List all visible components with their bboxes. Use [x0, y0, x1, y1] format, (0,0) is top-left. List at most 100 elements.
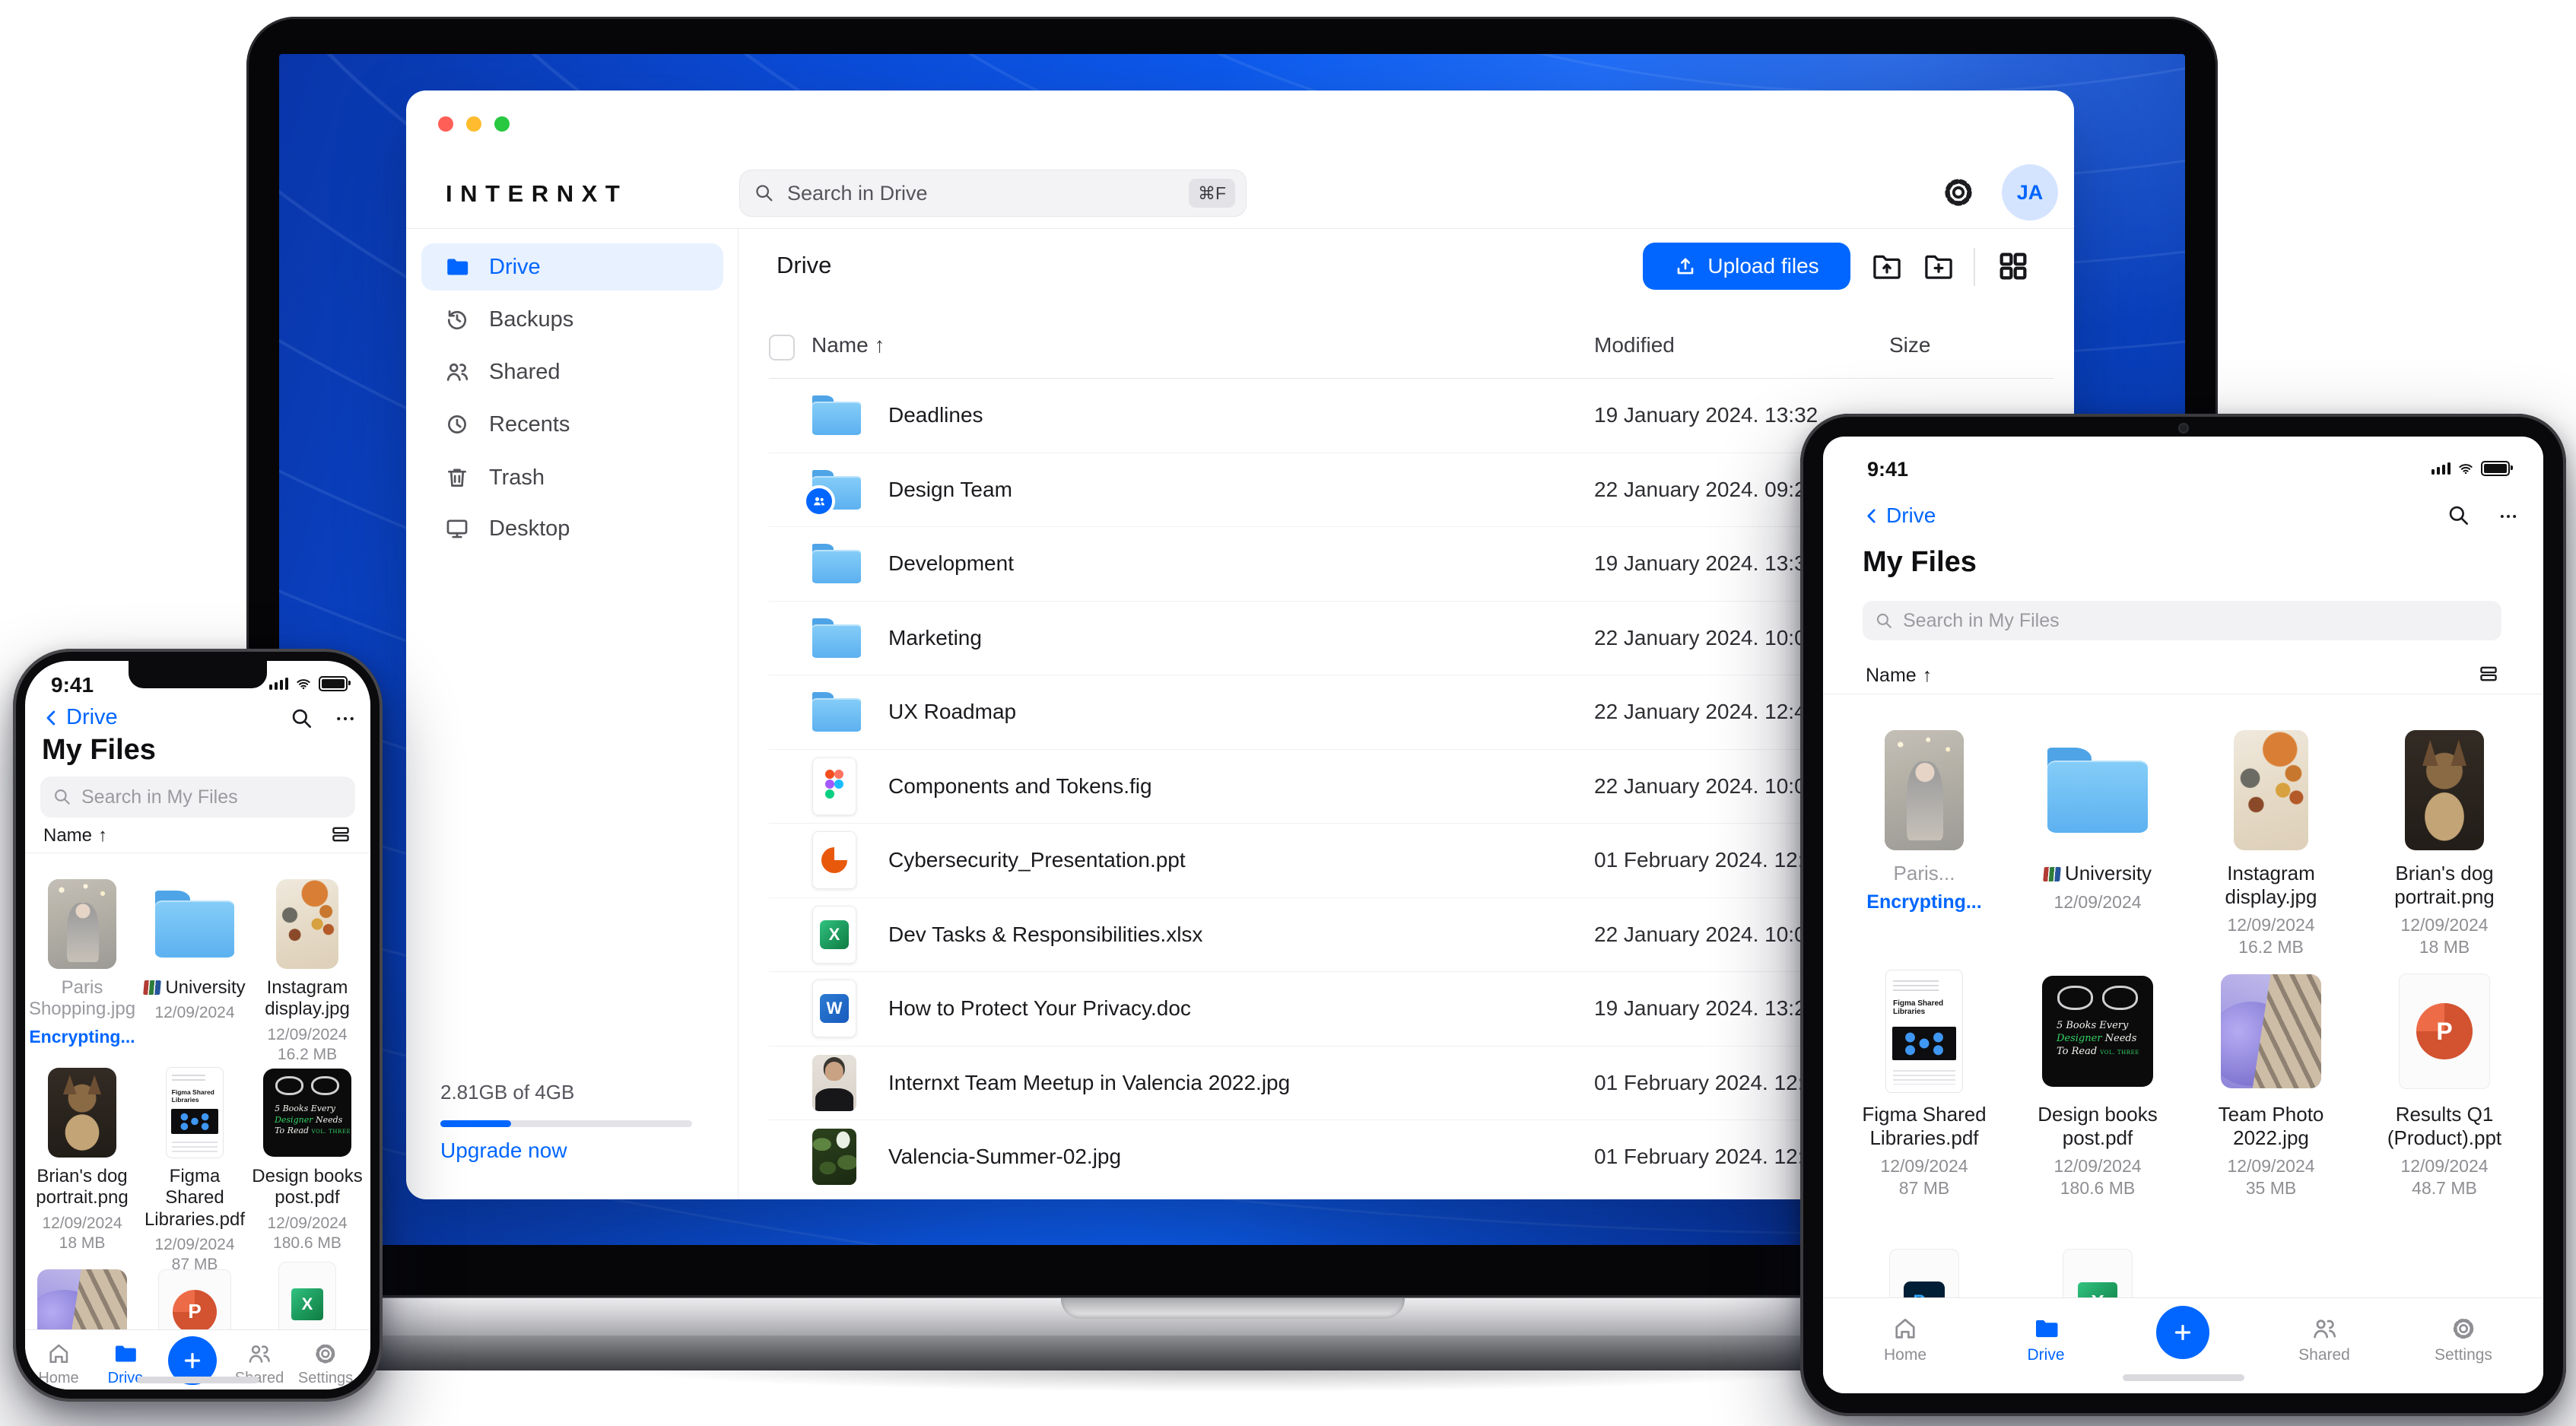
- sidebar-item-desktop[interactable]: Desktop: [421, 505, 723, 552]
- file-card[interactable]: P Results Q1 (Product).ppt 12/09/2024 48.…: [2365, 969, 2524, 1199]
- gear-icon: [1940, 174, 1977, 211]
- upgrade-link[interactable]: Upgrade now: [440, 1139, 567, 1163]
- file-card[interactable]: 5 Books Every Designer Needs To Read VOL…: [251, 1067, 364, 1253]
- add-button[interactable]: [2156, 1306, 2209, 1359]
- excel-logo: X: [291, 1288, 324, 1321]
- search-button[interactable]: [290, 707, 314, 731]
- search-input[interactable]: Search in My Files: [1863, 601, 2501, 640]
- tablet-screen: 9:41 Drive My Files Search in My Files N…: [1823, 437, 2543, 1393]
- sort-arrow-icon: ↑: [98, 825, 108, 846]
- folder-name: University: [2064, 862, 2152, 885]
- avatar[interactable]: JA: [2002, 164, 2058, 221]
- file-size: 16.2 MB: [277, 1045, 338, 1063]
- grid-view-button[interactable]: [1996, 249, 2031, 284]
- back-button[interactable]: Drive: [42, 705, 118, 730]
- file-card[interactable]: Instagram display.jpg 12/09/2024 16.2 MB: [2191, 728, 2351, 958]
- file-card[interactable]: Paris... Encrypting...: [1844, 728, 2004, 913]
- sidebar-item-trash[interactable]: Trash: [421, 454, 723, 501]
- minimize-traffic-light[interactable]: [466, 116, 481, 132]
- photo-thumbnail: [48, 879, 116, 969]
- close-traffic-light[interactable]: [438, 116, 453, 132]
- folder-icon: [812, 618, 861, 658]
- file-size: 16.2 MB: [2238, 937, 2304, 958]
- phone-screen: 9:41 Drive My Files Search in My Files N…: [25, 661, 370, 1389]
- sidebar-item-label: Recents: [489, 411, 570, 437]
- photo-thumbnail: [2405, 730, 2484, 850]
- folder-card[interactable]: University 12/09/2024: [138, 878, 251, 1024]
- photo-thumbnail: [2221, 974, 2321, 1088]
- file-modified: 22 January 2024. 09:25: [1594, 477, 1818, 501]
- file-name: Design books post.pdf: [2038, 1103, 2158, 1149]
- search-button[interactable]: [2447, 503, 2471, 528]
- file-card[interactable]: 5 Books Every Designer Needs To Read VOL…: [2018, 969, 2177, 1199]
- nav-item-settings[interactable]: Settings: [298, 1341, 353, 1387]
- search-placeholder: Search in My Files: [81, 786, 238, 808]
- file-name: Valencia-Summer-02.jpg: [888, 1145, 1122, 1169]
- search-icon: [290, 707, 314, 731]
- glasses-graphic: [2057, 986, 2138, 1012]
- search-icon: [754, 183, 775, 204]
- nav-item-settings[interactable]: Settings: [2435, 1315, 2492, 1364]
- select-all-checkbox[interactable]: [769, 335, 795, 360]
- more-menu-button[interactable]: [2495, 507, 2521, 526]
- sidebar-item-shared[interactable]: Shared: [421, 348, 723, 395]
- column-header-size[interactable]: Size: [1889, 333, 1930, 357]
- file-name: Results Q1 (Product).ppt: [2387, 1103, 2502, 1149]
- sidebar-item-drive[interactable]: Drive: [421, 243, 723, 291]
- home-icon: [1892, 1315, 1919, 1342]
- folder-icon: [2032, 1315, 2060, 1342]
- list-view-toggle[interactable]: [329, 824, 352, 845]
- list-view-toggle[interactable]: [2477, 663, 2500, 684]
- new-folder-button[interactable]: [1921, 249, 1956, 284]
- zoom-traffic-light[interactable]: [494, 116, 510, 132]
- plus-icon: [2171, 1321, 2194, 1344]
- upload-files-button[interactable]: Upload files: [1643, 243, 1850, 290]
- column-header-modified[interactable]: Modified: [1594, 333, 1675, 357]
- gear-icon: [2450, 1315, 2477, 1342]
- file-modified: 22 January 2024. 10:08: [1594, 773, 1818, 798]
- powerpoint-logo: P: [172, 1289, 218, 1335]
- phone-notch: [129, 661, 267, 688]
- file-name: Figma Shared Libraries.pdf: [144, 1166, 246, 1230]
- file-card[interactable]: Brian's dog portrait.png 12/09/2024 18 MB: [2365, 728, 2524, 958]
- file-name: Cybersecurity_Presentation.ppt: [888, 848, 1186, 872]
- upload-folder-button[interactable]: [1869, 249, 1904, 284]
- file-size: 180.6 MB: [2060, 1178, 2136, 1199]
- search-input[interactable]: Search in Drive ⌘F: [739, 170, 1247, 217]
- file-card[interactable]: Figma Shared Libraries Figma Shared Libr…: [1844, 969, 2004, 1199]
- nav-label: Home: [38, 1370, 79, 1386]
- photo-thumbnail: [48, 1068, 116, 1158]
- status-icons: [2431, 461, 2513, 476]
- file-card[interactable]: Figma Shared Libraries Figma Shared Libr…: [138, 1067, 251, 1275]
- search-icon: [2447, 503, 2471, 528]
- storage-progress-bar: [440, 1120, 692, 1127]
- nav-label: Home: [1883, 1346, 1927, 1364]
- file-card[interactable]: Brian's dog portrait.png 12/09/2024 18 MB: [26, 1067, 138, 1253]
- file-card[interactable]: Team Photo 2022.jpg 12/09/2024 35 MB: [2191, 969, 2351, 1199]
- sidebar-item-backups[interactable]: Backups: [421, 296, 723, 343]
- file-name: Marketing: [888, 625, 982, 649]
- nav-item-home[interactable]: Home: [38, 1341, 79, 1387]
- home-indicator[interactable]: [137, 1377, 259, 1383]
- sidebar-item-recents[interactable]: Recents: [421, 401, 723, 448]
- more-menu-button[interactable]: [332, 708, 358, 729]
- nav-item-shared[interactable]: Shared: [2298, 1315, 2350, 1364]
- column-header-name[interactable]: Name ↑: [812, 333, 885, 357]
- home-indicator[interactable]: [2122, 1374, 2244, 1381]
- settings-gear-button[interactable]: [1940, 174, 1977, 211]
- back-button[interactable]: Drive: [1863, 503, 1936, 528]
- photo-thumbnail: [2234, 730, 2308, 850]
- phone-device: 9:41 Drive My Files Search in My Files N…: [13, 649, 383, 1402]
- folder-name: University: [165, 977, 246, 998]
- sort-control[interactable]: Name ↑: [43, 825, 107, 846]
- back-label: Drive: [66, 705, 118, 729]
- file-card[interactable]: Paris Shopping.jpg Encrypting...: [26, 878, 138, 1047]
- sort-control[interactable]: Name ↑: [1866, 665, 1932, 687]
- nav-item-drive[interactable]: Drive: [2027, 1315, 2065, 1364]
- file-card[interactable]: Instagram display.jpg 12/09/2024 16.2 MB: [251, 878, 364, 1065]
- file-name: Brian's dog portrait.png: [36, 1166, 129, 1208]
- nav-item-home[interactable]: Home: [1884, 1315, 1926, 1364]
- search-input[interactable]: Search in My Files: [40, 777, 355, 818]
- search-placeholder: Search in Drive: [787, 181, 928, 205]
- folder-card[interactable]: University 12/09/2024: [2018, 728, 2177, 913]
